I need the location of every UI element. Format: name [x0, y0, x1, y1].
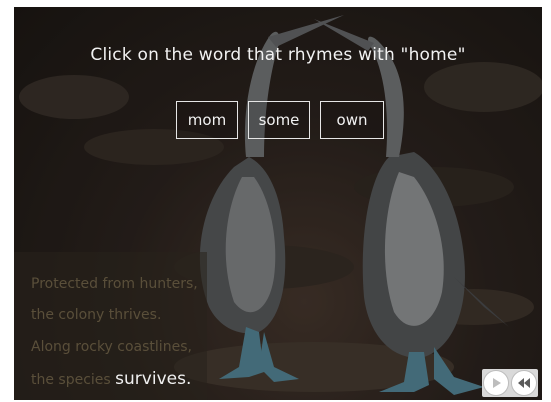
poem-line-1: Protected from hunters, [31, 276, 198, 292]
choice-own[interactable]: own [320, 101, 384, 139]
play-icon [493, 378, 501, 388]
playback-controls [482, 369, 538, 397]
activity-stage: Click on the word that rhymes with "home… [14, 7, 542, 400]
poem-line-4: the species survives. [31, 369, 191, 389]
poem-panel: Protected from hunters, the colony thriv… [14, 252, 207, 400]
choice-mom[interactable]: mom [176, 101, 238, 139]
choice-some[interactable]: some [248, 101, 310, 139]
rewind-button[interactable] [511, 370, 537, 396]
poem-line-4-start: the species [31, 372, 111, 388]
poem-line-2: the colony thrives. [31, 307, 162, 323]
play-button[interactable] [483, 370, 509, 396]
rewind-icon [518, 378, 530, 388]
poem-line-3: Along rocky coastlines, [31, 339, 192, 355]
poem-highlighted-word: survives. [115, 369, 192, 389]
answer-choices: mom some own [176, 101, 384, 139]
question-prompt: Click on the word that rhymes with "home… [90, 45, 466, 65]
